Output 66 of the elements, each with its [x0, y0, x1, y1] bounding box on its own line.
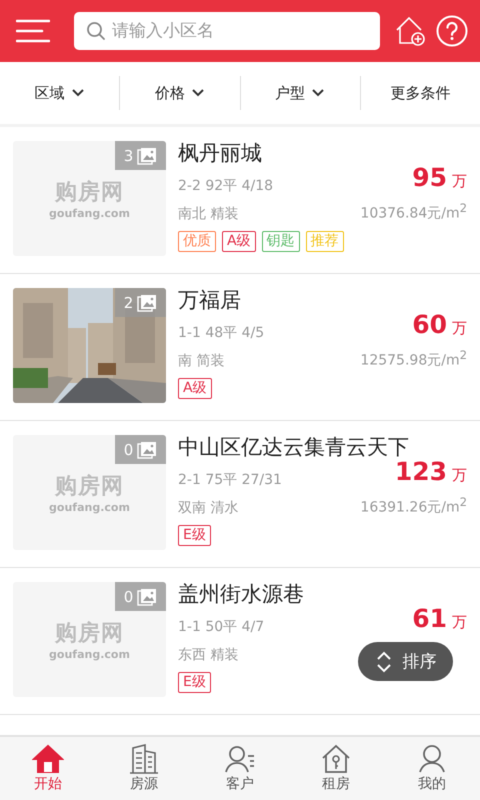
house-key-icon — [320, 744, 352, 774]
tab[interactable]: 开始 — [0, 737, 96, 800]
unit-price: 12575.98元/m$^{2}$ — [360, 348, 467, 370]
tab[interactable]: 客户 — [192, 737, 288, 800]
orientation-text: 东西 精装 — [178, 646, 238, 664]
tab[interactable]: 房源 — [96, 737, 192, 800]
tag: 优质 — [178, 231, 216, 252]
photo-count: 3 — [124, 146, 134, 164]
listing-item[interactable]: 购房网 goufang.com 3 枫丹丽城 2-2 92平 4/18 95 万 南北 精装 10376.84元/m$^{2}$ 优质 A级 钥匙 推荐 — [0, 127, 480, 274]
chevron-down-icon — [311, 88, 326, 98]
sort-button[interactable]: 排序 — [358, 642, 453, 681]
price: 123 万 — [394, 458, 467, 488]
tag: A级 — [222, 231, 256, 252]
tab[interactable]: 我的 — [384, 737, 480, 800]
price: 60 万 — [412, 311, 467, 341]
help-icon[interactable] — [436, 15, 468, 47]
gallery-icon — [137, 588, 158, 606]
menu-icon[interactable] — [16, 18, 50, 44]
gallery-icon — [137, 294, 158, 312]
filter-dropdown[interactable]: 更多条件 — [360, 82, 480, 104]
chevron-down-icon — [190, 88, 205, 98]
logo-text: 购房网 — [55, 178, 124, 207]
layout-text: 1-1 50平 4/7 — [178, 618, 264, 636]
gallery-icon — [137, 440, 158, 458]
listing-item[interactable]: 2 万福居 1-1 48平 4/5 60 万 南 简装 12575.98元/m$^{2}$ A级 — [0, 274, 480, 421]
gallery-icon — [137, 146, 158, 164]
tag: E级 — [178, 525, 211, 546]
price: 95 万 — [412, 164, 467, 194]
client-icon — [224, 744, 256, 774]
layout-text: 2-2 92平 4/18 — [178, 177, 274, 195]
add-house-icon[interactable] — [394, 15, 426, 47]
listing-title: 中山区亿达云集青云天下 — [178, 434, 410, 461]
unit-price: 16391.26元/m$^{2}$ — [360, 495, 467, 517]
filter-dropdown[interactable]: 区域 — [0, 82, 120, 104]
logo-text: 购房网 — [55, 620, 124, 648]
sort-icon — [374, 650, 392, 672]
listing-item[interactable]: 购房网 goufang.com 0 中山区亿达云集青云天下 2-1 75平 27/31 123 万 双南 清水 16391.26元/m$^{2}$ E级 — [0, 421, 480, 568]
logo-text: 购房网 — [55, 472, 124, 501]
tag: 钥匙 — [262, 231, 300, 252]
logo-site: goufang.com — [49, 501, 130, 514]
tag: E级 — [178, 672, 211, 693]
orientation-text: 双南 清水 — [178, 499, 238, 517]
search-field[interactable]: 请输入小区名 — [74, 12, 380, 50]
building-icon — [128, 744, 160, 774]
price: 61 万 — [412, 605, 467, 635]
listing-title: 枫丹丽城 — [178, 140, 263, 167]
logo-site: goufang.com — [49, 207, 130, 220]
tab[interactable]: 租房 — [288, 737, 384, 800]
listing-title: 万福居 — [178, 287, 242, 314]
filter-dropdown[interactable]: 价格 — [120, 82, 240, 104]
chevron-down-icon — [70, 88, 85, 98]
home-icon — [32, 744, 64, 774]
layout-text: 2-1 75平 27/31 — [178, 471, 282, 489]
tag: 推荐 — [306, 231, 344, 252]
photo-count: 0 — [124, 588, 134, 606]
tag: A级 — [178, 378, 212, 399]
orientation-text: 南 简装 — [178, 352, 224, 370]
orientation-text: 南北 精装 — [178, 205, 238, 223]
photo-count: 0 — [124, 440, 134, 458]
unit-price: 10376.84元/m$^{2}$ — [360, 201, 467, 223]
logo-site: goufang.com — [49, 648, 130, 661]
photo-count: 2 — [124, 294, 134, 312]
search-icon — [86, 21, 106, 41]
filter-dropdown[interactable]: 户型 — [240, 82, 360, 104]
listing-title: 盖州街水源巷 — [178, 581, 305, 608]
layout-text: 1-1 48平 4/5 — [178, 324, 264, 342]
